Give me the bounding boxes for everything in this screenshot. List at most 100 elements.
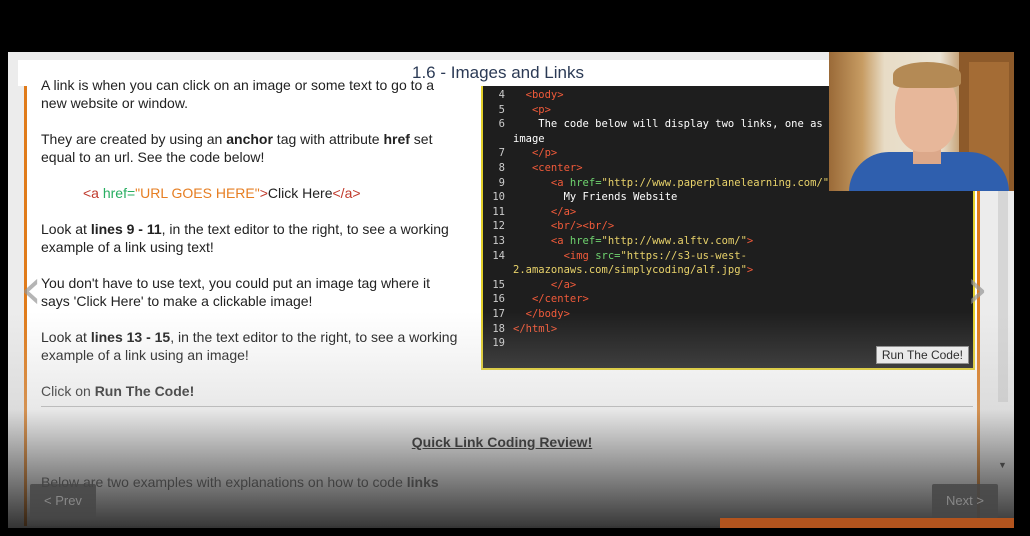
look2-a: Look at xyxy=(41,329,91,345)
code-line[interactable]: 18 </html> xyxy=(483,322,557,336)
code-line[interactable]: 19 xyxy=(483,336,513,350)
code-line[interactable]: image xyxy=(483,132,545,146)
code-token: </a> xyxy=(513,205,577,218)
run-code-button[interactable]: Run The Code! xyxy=(875,346,969,364)
code-line[interactable]: 11 </a> xyxy=(483,205,576,219)
code-token: 2.amazonaws.com/simplycoding/alf.jpg" xyxy=(513,264,747,277)
code-token: </body> xyxy=(513,308,570,320)
code-line[interactable]: 12 <br/><br/> xyxy=(483,219,614,233)
code-token: > xyxy=(746,235,754,247)
example-close-gt: > xyxy=(259,185,268,201)
next-slide-arrow-icon[interactable]: › xyxy=(966,262,988,318)
line-number: 17 xyxy=(492,308,505,320)
look1-lines: lines 9 - 11 xyxy=(90,221,162,237)
look-text-paragraph: Look at lines 9 - 11, in the text editor… xyxy=(41,220,471,256)
code-line[interactable]: 4 <body> xyxy=(483,88,564,102)
anchor-text-e: set xyxy=(409,131,433,147)
code-token: "https://s3-us-west- xyxy=(620,249,747,262)
intro-paragraph: A link is when you can click on an image… xyxy=(41,76,471,112)
code-line[interactable]: 10 My Friends Website xyxy=(483,190,677,204)
intro-line-1: A link is when you can click on an image… xyxy=(41,77,434,93)
anchor-text-a: They are created by using an xyxy=(41,131,227,147)
code-line[interactable]: 2.amazonaws.com/simplycoding/alf.jpg"> xyxy=(483,263,753,277)
code-token: <a xyxy=(513,235,570,247)
code-token: </html> xyxy=(513,322,558,335)
cutoff-text: Below are two examples with explanations… xyxy=(41,474,439,490)
code-line[interactable]: 7 </p> xyxy=(483,146,558,160)
example-open-tag: <a xyxy=(83,185,103,201)
code-token: <img xyxy=(513,249,596,262)
code-line[interactable]: 14 <img src="https://s3-us-west- xyxy=(483,249,747,263)
code-line[interactable]: 15 </a> xyxy=(483,278,576,292)
code-token: The code below will display two links, o… xyxy=(513,118,842,131)
code-token: > xyxy=(746,264,754,277)
line-number: 13 xyxy=(492,235,505,247)
anchor-text-c: tag with attribute xyxy=(272,131,384,147)
line-number: 14 xyxy=(492,249,505,262)
previous-slide-arrow-icon[interactable]: ‹ xyxy=(20,262,42,318)
anchor-example: <a href="URL GOES HERE">Click Here</a> xyxy=(83,184,513,202)
line-number: 16 xyxy=(492,293,505,306)
scrollbar[interactable] xyxy=(998,172,1008,402)
code-token: href= xyxy=(569,235,602,247)
look1-c: , in the text editor to the right, to se… xyxy=(161,221,449,237)
image-paragraph: You don't have to use text, you could pu… xyxy=(41,274,471,310)
code-line[interactable]: 9 <a href="http://www.paperplanelearning… xyxy=(483,176,836,190)
code-token: image xyxy=(513,132,545,145)
anchor-keyword: anchor xyxy=(226,131,273,147)
example-text: Click Here xyxy=(267,185,333,201)
href-keyword: href xyxy=(383,131,410,147)
look1-a: Look at xyxy=(41,221,91,237)
line-number: 10 xyxy=(492,191,505,204)
code-token: </center> xyxy=(513,293,589,306)
line-number: 18 xyxy=(492,322,505,335)
top-black-bar xyxy=(0,0,1030,52)
code-line[interactable]: 17 </body> xyxy=(483,307,570,321)
line-number: 8 xyxy=(498,162,505,174)
click-a: Click on xyxy=(41,383,95,399)
look1-line-2: example of a link using text! xyxy=(41,239,214,255)
line-number: 11 xyxy=(492,205,505,218)
look2-lines: lines 13 - 15 xyxy=(90,329,171,345)
code-token: My Friends Website xyxy=(513,191,678,204)
look2-c: , in the text editor to the right, to se… xyxy=(170,329,458,345)
code-token: <body> xyxy=(513,89,564,101)
example-attr: href= xyxy=(102,185,136,201)
code-token: <p> xyxy=(513,103,551,116)
code-token: </a> xyxy=(513,278,577,291)
next-button[interactable]: Next > xyxy=(932,484,998,518)
example-end-tag: </a> xyxy=(332,185,361,201)
line-number: 5 xyxy=(498,103,505,116)
code-line[interactable]: 6 The code below will display two links,… xyxy=(483,117,842,131)
code-line[interactable]: 8 <center> xyxy=(483,161,583,175)
code-line[interactable]: 5 <p> xyxy=(483,103,551,117)
code-token: <a xyxy=(513,176,570,189)
progress-strip xyxy=(720,518,1014,528)
image-line-2: says 'Click Here' to make a clickable im… xyxy=(41,293,313,309)
line-number: 12 xyxy=(492,220,505,233)
scroll-down-icon[interactable]: ▼ xyxy=(998,460,1007,470)
line-number: 4 xyxy=(498,89,505,101)
anchor-line-2: equal to an url. See the code below! xyxy=(41,149,265,165)
cutoff-b: links xyxy=(406,474,439,490)
line-number: 9 xyxy=(498,176,505,189)
prev-button[interactable]: < Prev xyxy=(30,484,96,518)
look-image-paragraph: Look at lines 13 - 15, in the text edito… xyxy=(41,328,471,364)
code-token: </p> xyxy=(513,147,558,160)
line-number: 19 xyxy=(492,337,505,350)
click-b: Run The Code! xyxy=(94,383,195,399)
section-divider xyxy=(41,406,973,407)
webcam-overlay xyxy=(829,52,1014,191)
line-number: 15 xyxy=(492,278,505,291)
code-token: href= xyxy=(569,176,602,189)
example-value: "URL GOES HERE" xyxy=(135,185,260,201)
image-line-1: You don't have to use text, you could pu… xyxy=(41,275,430,291)
code-token: <br/><br/> xyxy=(513,220,615,233)
code-line[interactable]: 13 <a href="http://www.alftv.com/"> xyxy=(483,234,753,248)
code-token: "http://www.paperplanelearning.com/" xyxy=(601,176,830,189)
code-token: src= xyxy=(595,249,621,262)
code-token: <center> xyxy=(513,162,583,174)
run-instruction: Click on Run The Code! xyxy=(41,382,471,400)
code-line[interactable]: 16 </center> xyxy=(483,292,589,306)
look2-line-2: example of a link using an image! xyxy=(41,347,249,363)
